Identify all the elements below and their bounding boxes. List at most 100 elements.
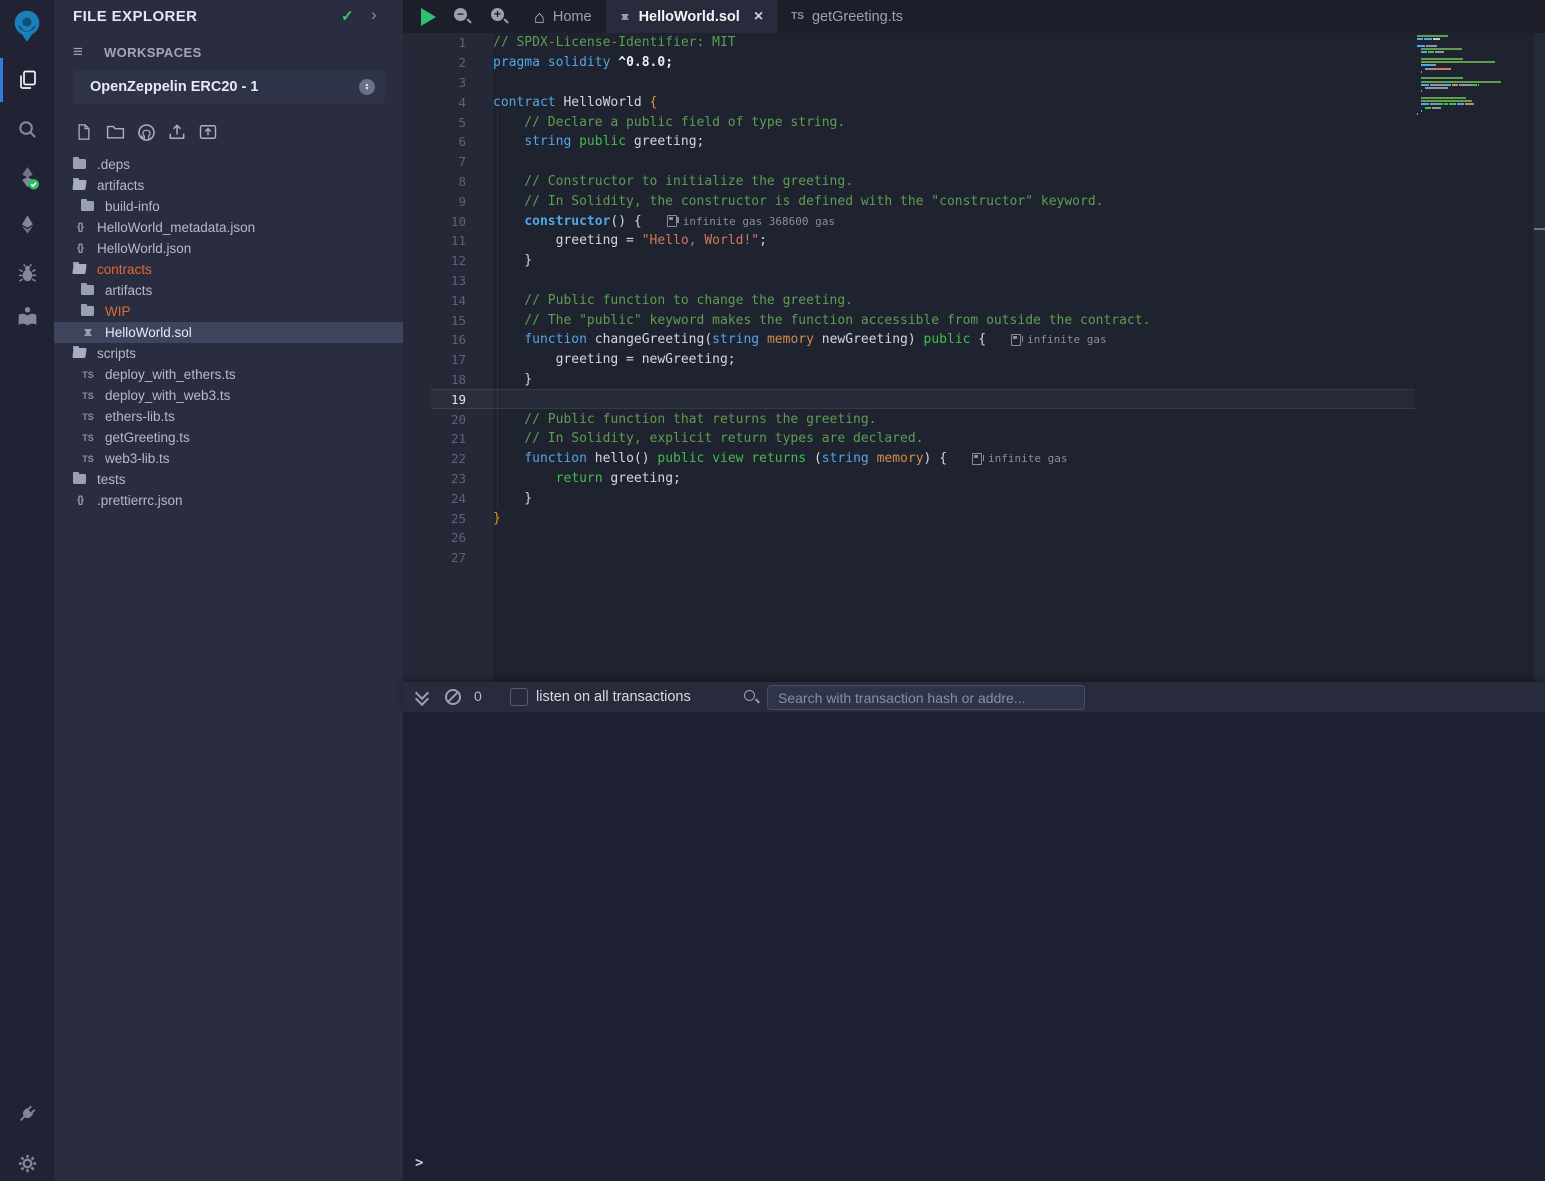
remix-logo-icon[interactable] xyxy=(0,4,54,48)
code-line[interactable]: 16 function changeGreeting(string memory… xyxy=(403,330,1545,350)
tree-item-.deps[interactable]: .deps xyxy=(54,154,403,175)
clear-console-icon[interactable] xyxy=(445,689,461,705)
overview-ruler[interactable] xyxy=(1534,33,1545,682)
code-line[interactable]: 19 xyxy=(403,389,1545,409)
code-text: } xyxy=(493,372,532,387)
hamburger-icon[interactable]: ≡ xyxy=(73,45,83,59)
deploy-and-run-icon[interactable] xyxy=(0,202,54,246)
gas-estimate-annotation: infinite gas xyxy=(1011,333,1106,346)
code-line[interactable]: 25} xyxy=(403,508,1545,528)
tree-item-deploy_with_web3.ts[interactable]: TSdeploy_with_web3.ts xyxy=(54,385,403,406)
json-icon: {} xyxy=(72,222,88,233)
tree-item-label: scripts xyxy=(97,346,136,361)
folder-icon xyxy=(80,201,96,212)
new-folder-icon[interactable] xyxy=(104,121,126,143)
tree-item-contracts[interactable]: contracts xyxy=(54,259,403,280)
code-line[interactable]: 27 xyxy=(403,548,1545,568)
code-line[interactable]: 21 // In Solidity, explicit return types… xyxy=(403,429,1545,449)
code-line[interactable]: 2pragma solidity ^0.8.0; xyxy=(403,53,1545,73)
line-number: 18 xyxy=(403,372,466,387)
tab-getgreeting-ts[interactable]: TSgetGreeting.ts xyxy=(777,0,917,33)
tab-home[interactable]: ⌂Home xyxy=(520,0,606,33)
tree-item-artifacts[interactable]: artifacts xyxy=(54,175,403,196)
code-line[interactable]: 15 // The "public" keyword makes the fun… xyxy=(403,310,1545,330)
check-icon[interactable]: ✓ xyxy=(341,7,354,25)
code-line[interactable]: 4contract HelloWorld { xyxy=(403,92,1545,112)
tab-label: Home xyxy=(553,9,592,25)
tree-item-helloworld.sol[interactable]: HelloWorld.sol xyxy=(54,322,403,343)
tree-item-ethers-lib.ts[interactable]: TSethers-lib.ts xyxy=(54,406,403,427)
zoom-in-icon[interactable]: + xyxy=(490,7,510,27)
code-line[interactable]: 18 } xyxy=(403,370,1545,390)
tree-item-web3-lib.ts[interactable]: TSweb3-lib.ts xyxy=(54,448,403,469)
code-line[interactable]: 22 function hello() public view returns … xyxy=(403,449,1545,469)
code-line[interactable]: 14 // Public function to change the gree… xyxy=(403,290,1545,310)
solidity-compiler-icon[interactable] xyxy=(0,155,54,199)
collapse-terminal-icon[interactable] xyxy=(415,688,429,706)
code-line[interactable]: 5 // Declare a public field of type stri… xyxy=(403,112,1545,132)
line-number: 10 xyxy=(403,214,466,229)
ts-icon: TS xyxy=(80,433,96,443)
code-line[interactable]: 23 return greeting; xyxy=(403,469,1545,489)
tree-item-helloworld.json[interactable]: {}HelloWorld.json xyxy=(54,238,403,259)
plugin-manager-icon[interactable] xyxy=(0,1092,54,1136)
chevron-right-icon[interactable]: › xyxy=(371,5,377,25)
new-file-icon[interactable] xyxy=(73,121,95,143)
github-icon[interactable] xyxy=(135,121,157,143)
debugger-icon[interactable] xyxy=(0,250,54,294)
learneth-icon[interactable] xyxy=(0,294,54,338)
minimap[interactable] xyxy=(1417,35,1503,123)
tree-item-.prettierrc.json[interactable]: {}.prettierrc.json xyxy=(54,490,403,511)
scrollbar-marker xyxy=(1534,228,1545,230)
line-number: 4 xyxy=(403,95,466,110)
tab-helloworld-sol[interactable]: HelloWorld.sol× xyxy=(606,0,778,33)
line-number: 5 xyxy=(403,115,466,130)
workspace-dropdown[interactable]: OpenZeppelin ERC20 - 1 ▲▼ xyxy=(73,70,385,104)
terminal-output[interactable]: > xyxy=(403,712,1545,1181)
gas-pump-icon xyxy=(1011,334,1021,346)
code-line[interactable]: 8 // Constructor to initialize the greet… xyxy=(403,172,1545,192)
code-text: // The "public" keyword makes the functi… xyxy=(493,313,1150,328)
transaction-count: 0 xyxy=(474,688,482,704)
tree-item-getgreeting.ts[interactable]: TSgetGreeting.ts xyxy=(54,427,403,448)
terminal-search-input[interactable] xyxy=(767,685,1085,710)
code-line[interactable]: 10 constructor() {infinite gas 368600 ga… xyxy=(403,211,1545,231)
tree-item-artifacts[interactable]: artifacts xyxy=(54,280,403,301)
gas-estimate-annotation: infinite gas 368600 gas xyxy=(667,215,835,228)
upload-icon[interactable] xyxy=(166,121,188,143)
close-tab-icon[interactable]: × xyxy=(754,9,763,25)
code-line[interactable]: 12 } xyxy=(403,251,1545,271)
code-line[interactable]: 26 xyxy=(403,528,1545,548)
code-line[interactable]: 11 greeting = "Hello, World!"; xyxy=(403,231,1545,251)
gas-estimate-annotation: infinite gas xyxy=(972,452,1067,465)
tree-item-helloworld_metadata.json[interactable]: {}HelloWorld_metadata.json xyxy=(54,217,403,238)
code-line[interactable]: 20 // Public function that returns the g… xyxy=(403,409,1545,429)
code-text: function hello() public view returns (st… xyxy=(493,451,947,466)
code-line[interactable]: 9 // In Solidity, the constructor is def… xyxy=(403,191,1545,211)
zoom-out-icon[interactable]: − xyxy=(453,7,473,27)
file-explorer-icon[interactable] xyxy=(0,58,54,102)
code-line[interactable]: 3 xyxy=(403,73,1545,93)
tree-item-scripts[interactable]: scripts xyxy=(54,343,403,364)
code-line[interactable]: 1// SPDX-License-Identifier: MIT xyxy=(403,33,1545,53)
open-folder-icon[interactable] xyxy=(197,121,219,143)
tree-item-tests[interactable]: tests xyxy=(54,469,403,490)
code-editor[interactable]: 1// SPDX-License-Identifier: MIT2pragma … xyxy=(403,33,1545,682)
code-line[interactable]: 6 string public greeting; xyxy=(403,132,1545,152)
code-text: // Declare a public field of type string… xyxy=(493,115,845,130)
code-line[interactable]: 13 xyxy=(403,271,1545,291)
listen-transactions-checkbox[interactable] xyxy=(510,688,528,706)
tree-item-build-info[interactable]: build-info xyxy=(54,196,403,217)
tree-item-wip[interactable]: WIP xyxy=(54,301,403,322)
search-plugin-icon[interactable] xyxy=(0,107,54,151)
terminal-prompt: > xyxy=(415,1155,423,1171)
line-number: 14 xyxy=(403,293,466,308)
settings-gear-icon[interactable] xyxy=(0,1141,54,1181)
line-number: 24 xyxy=(403,491,466,506)
run-script-button[interactable] xyxy=(421,8,436,26)
code-line[interactable]: 7 xyxy=(403,152,1545,172)
json-icon: {} xyxy=(72,243,88,254)
code-line[interactable]: 24 } xyxy=(403,488,1545,508)
code-line[interactable]: 17 greeting = newGreeting; xyxy=(403,350,1545,370)
tree-item-deploy_with_ethers.ts[interactable]: TSdeploy_with_ethers.ts xyxy=(54,364,403,385)
